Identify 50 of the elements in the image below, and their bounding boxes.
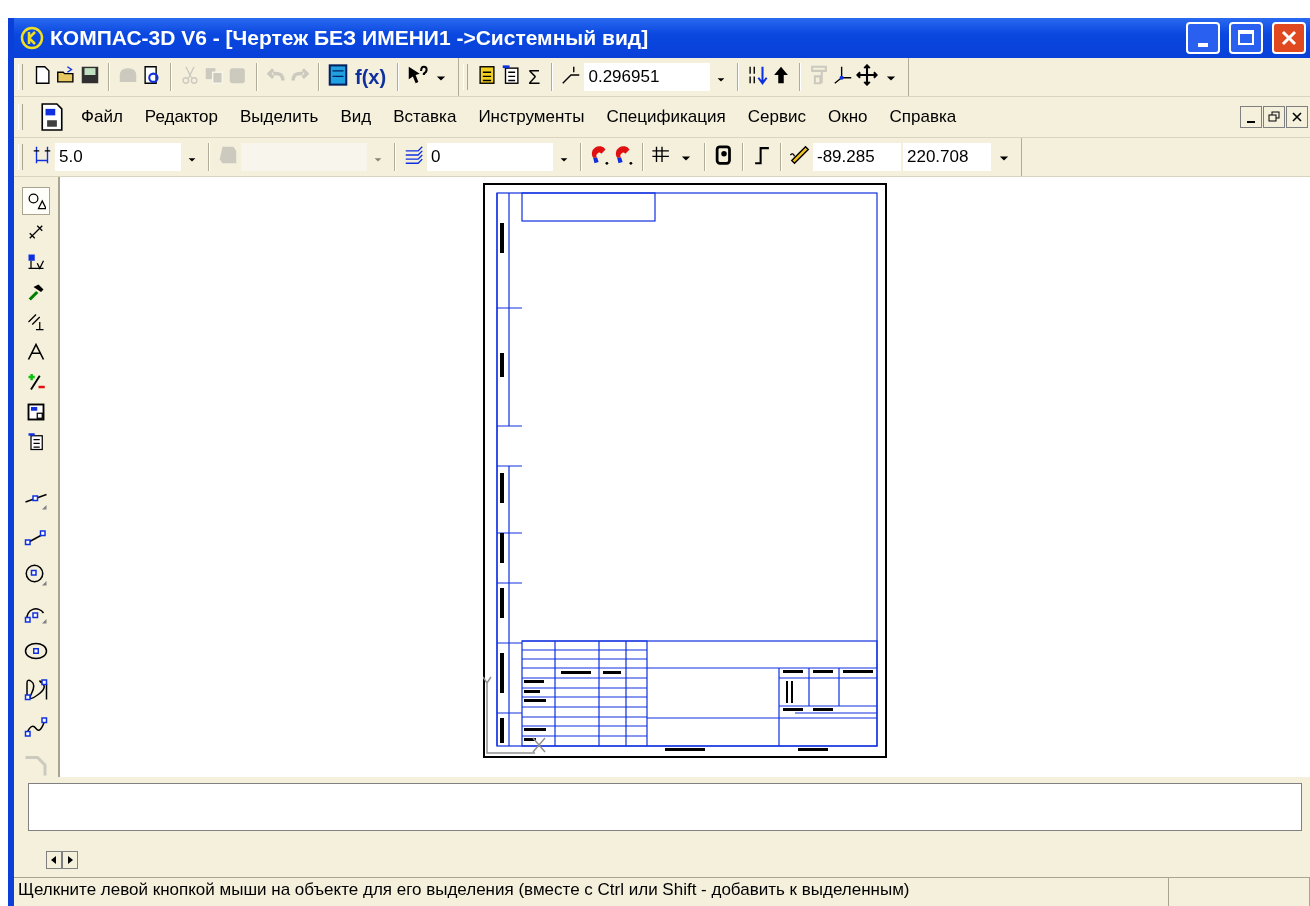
left-arrow-icon [50, 855, 58, 865]
status-text: Щелкните левой кнопкой мыши на объекте для его выделения (вместе с Ctrl или Shift - добавить к выделенным) [14, 878, 1169, 906]
value-combo[interactable]: 0 [427, 143, 553, 171]
spline-icon[interactable] [24, 677, 48, 701]
close-button[interactable] [1286, 106, 1308, 128]
open-folder-icon[interactable] [55, 64, 77, 86]
close-icon [1280, 29, 1298, 47]
layers-icon[interactable] [403, 144, 425, 166]
menu-item[interactable]: Вид [334, 105, 378, 129]
minimize-button[interactable] [1240, 106, 1262, 128]
menu-item[interactable]: Файл [75, 105, 129, 129]
menu-item[interactable]: Вставка [387, 105, 463, 129]
coordinate-field[interactable]: 220.708 [903, 143, 991, 171]
menu-item[interactable]: Сервис [741, 105, 812, 129]
magnet-icon[interactable] [613, 144, 635, 166]
menu-item[interactable]: Инструменты [472, 105, 591, 129]
minimize-icon [1198, 43, 1208, 47]
coordinate-field[interactable]: -89.285 [813, 143, 901, 171]
cabinet-icon[interactable] [327, 64, 349, 86]
magnet-icon[interactable] [589, 144, 611, 166]
scroll-left-button[interactable] [46, 851, 62, 869]
pointer-question-icon[interactable] [406, 64, 429, 86]
menu-item[interactable]: Справка [883, 105, 963, 129]
maximize-icon [1237, 29, 1255, 47]
right-arrow-icon [66, 855, 74, 865]
menu-item[interactable]: Окно [821, 105, 874, 129]
sort-arrow-icon[interactable] [746, 64, 769, 86]
dimension-step-icon[interactable] [31, 144, 53, 166]
value-combo[interactable]: 0.296951 [584, 63, 711, 91]
pencil-icon[interactable] [789, 144, 811, 166]
maximize-button[interactable] [1229, 22, 1263, 54]
tool-button[interactable]: Σ [524, 65, 545, 89]
tool-button[interactable]: f(x) [351, 65, 391, 89]
document-icon[interactable] [39, 102, 65, 132]
menu-item[interactable]: Спецификация [600, 105, 732, 129]
restore-button[interactable] [1263, 106, 1285, 128]
close-icon [1291, 111, 1303, 123]
command-panel[interactable] [28, 783, 1302, 831]
menu-item[interactable]: Редактор [138, 105, 224, 129]
scroll-right-button[interactable] [62, 851, 78, 869]
polyline-icon[interactable] [24, 715, 48, 739]
circle-icon[interactable] [24, 563, 48, 587]
window-title: КОМПАС-3D V6 - [Чертеж БЕЗ ИМЕНИ1 ->Системный вид] [50, 26, 650, 50]
minimize-icon [1247, 121, 1255, 123]
origin-axes-icon [483, 676, 546, 754]
move-icon[interactable] [856, 64, 879, 86]
app-logo-icon [20, 26, 44, 50]
value-combo[interactable]: 5.0 [55, 143, 181, 171]
restore-icon [1268, 111, 1280, 123]
menu-item[interactable]: Выделить [234, 105, 325, 129]
